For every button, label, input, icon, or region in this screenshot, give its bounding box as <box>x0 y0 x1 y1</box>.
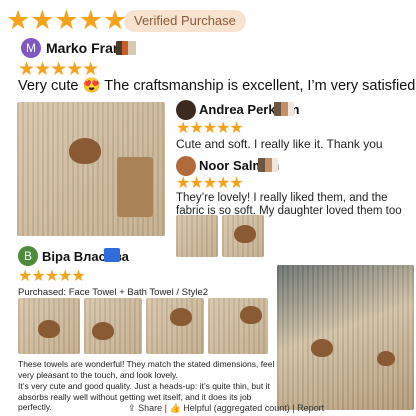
review-photo[interactable] <box>222 215 264 257</box>
report-button[interactable]: Report <box>297 403 324 413</box>
avatar <box>176 100 196 120</box>
separator: | <box>292 403 295 413</box>
rating-stars-large: ★★★★★ <box>6 5 128 35</box>
review-photo[interactable] <box>208 298 268 354</box>
review-photo-large[interactable] <box>277 265 414 410</box>
bear-embroidery-icon <box>377 351 395 366</box>
review-photo[interactable] <box>146 298 204 354</box>
bear-embroidery-icon <box>92 322 114 340</box>
thumbs-up-icon: 👍 <box>169 403 181 413</box>
review-photo[interactable] <box>17 102 165 236</box>
country-flag-icon <box>274 102 294 116</box>
review-stars: ★★★★★ <box>176 120 244 137</box>
bear-embroidery-icon <box>240 306 262 324</box>
review-photo[interactable] <box>18 298 80 354</box>
avatar: M <box>21 38 41 58</box>
share-icon: ⇪ <box>128 403 136 413</box>
bear-embroidery-icon <box>38 320 60 338</box>
review-photo[interactable] <box>176 215 218 257</box>
share-button[interactable]: Share <box>138 403 162 413</box>
review-text: These towels are wonderful! They match t… <box>18 359 275 380</box>
review-stars: ★★★★★ <box>18 268 86 285</box>
review-actions: ⇪ Share | 👍 Helpful (aggregated count) |… <box>128 403 324 414</box>
bear-embroidery-icon <box>170 308 192 326</box>
avatar <box>176 156 196 176</box>
review-text: Very cute 😍 The craftsmanship is excelle… <box>18 78 416 94</box>
bear-embroidery-icon <box>234 225 256 243</box>
separator: | <box>164 403 167 413</box>
towel-fold <box>117 157 153 217</box>
avatar: B <box>18 246 38 266</box>
bear-embroidery-icon <box>311 339 333 357</box>
helpful-button[interactable]: Helpful (aggregated count) <box>183 403 290 413</box>
country-flag-icon <box>116 41 136 55</box>
review-text: Cute and soft. I really like it. Thank y… <box>176 137 383 151</box>
verified-purchase-badge: Verified Purchase <box>124 10 246 32</box>
country-flag-icon <box>104 248 120 262</box>
country-flag-icon <box>258 158 278 172</box>
review-stars: ★★★★★ <box>176 175 244 192</box>
review-photo[interactable] <box>84 298 142 354</box>
bear-embroidery-icon <box>69 138 101 164</box>
